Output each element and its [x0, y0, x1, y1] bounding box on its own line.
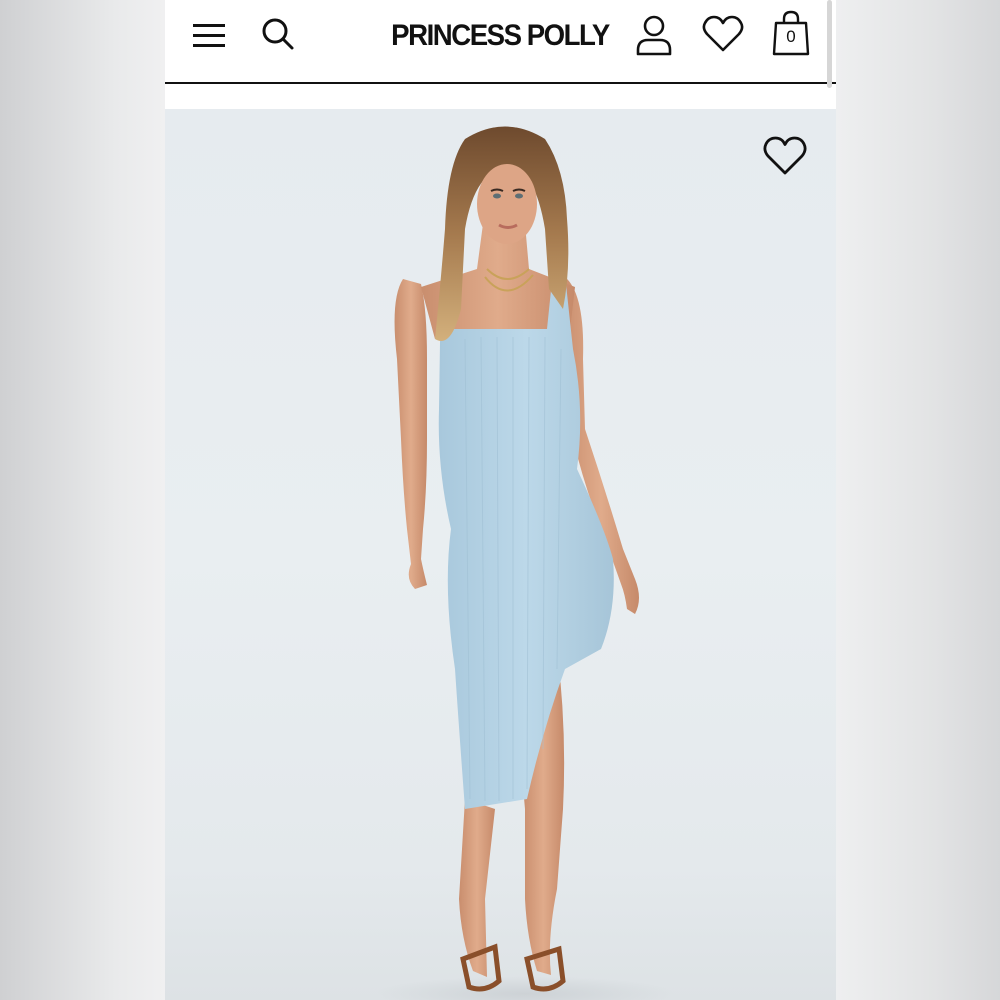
heart-icon — [702, 15, 744, 56]
top-navigation-bar: PRINCESS POLLY 0 — [165, 0, 836, 88]
mobile-screen: PRINCESS POLLY 0 — [165, 0, 836, 1000]
shopping-bag-button[interactable]: 0 — [767, 8, 815, 60]
model-wearing-dress — [375, 126, 675, 1000]
menu-button[interactable] — [187, 14, 231, 58]
left-blur-background — [0, 0, 165, 1000]
search-button[interactable] — [255, 12, 301, 58]
product-image[interactable] — [165, 109, 836, 1000]
user-icon — [635, 14, 673, 59]
bag-count-badge: 0 — [786, 27, 796, 46]
brand-logo[interactable]: PRINCESS POLLY — [339, 16, 661, 56]
shopping-bag-icon: 0 — [767, 8, 815, 60]
wishlist-button[interactable] — [698, 12, 748, 58]
search-icon — [260, 16, 296, 55]
scrollbar[interactable] — [827, 0, 832, 88]
account-button[interactable] — [631, 12, 677, 60]
right-blur-background — [836, 0, 1000, 1000]
image-wishlist-button[interactable] — [761, 135, 809, 179]
hamburger-menu-icon — [191, 21, 227, 52]
heart-icon — [763, 136, 807, 179]
